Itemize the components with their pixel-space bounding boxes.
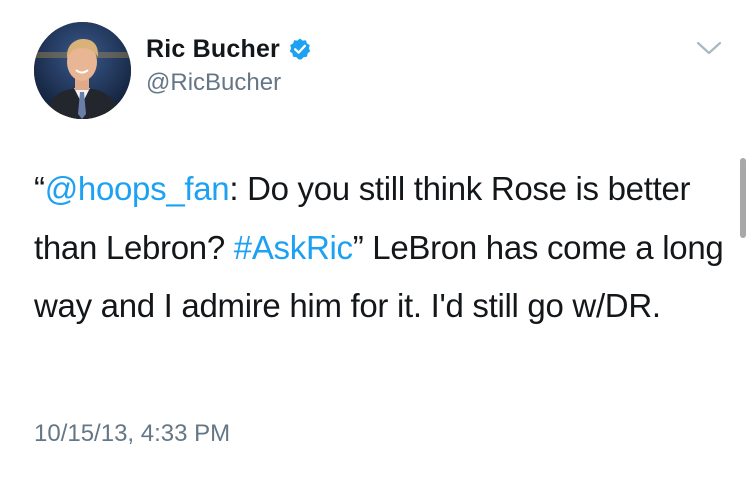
tweet-card: Ric Bucher @RicBucher “@hoops_fan: Do yo… xyxy=(0,0,750,479)
profile-photo-icon xyxy=(34,22,131,119)
mention-link[interactable]: @hoops_fan xyxy=(45,170,230,207)
quote-open: “ xyxy=(34,170,45,207)
scrollbar[interactable] xyxy=(740,158,746,238)
tweet-text: “@hoops_fan: Do you still think Rose is … xyxy=(34,160,724,336)
verified-badge-icon xyxy=(288,37,312,61)
author-display-name[interactable]: Ric Bucher xyxy=(146,35,280,64)
tweet-timestamp[interactable]: 10/15/13, 4:33 PM xyxy=(34,420,230,448)
quote-close: ” xyxy=(352,228,364,266)
chevron-down-icon[interactable] xyxy=(694,36,724,60)
author-handle[interactable]: @RicBucher xyxy=(146,69,281,97)
author-name-row: Ric Bucher xyxy=(146,33,312,65)
avatar[interactable] xyxy=(34,22,131,119)
hashtag-link[interactable]: #AskRic xyxy=(234,229,353,266)
